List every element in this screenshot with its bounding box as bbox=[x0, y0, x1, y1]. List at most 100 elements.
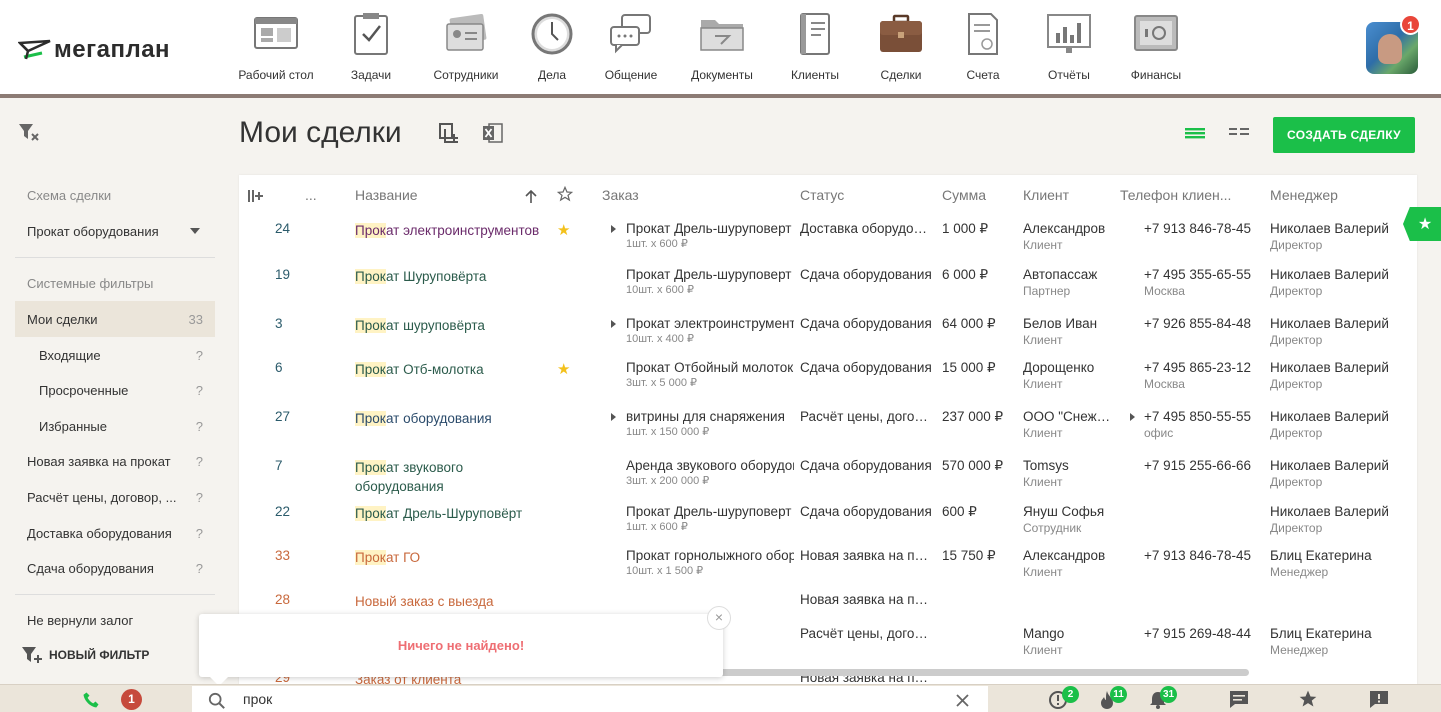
search-icon[interactable] bbox=[208, 692, 226, 710]
deal-name-link[interactable]: Прокат оборудования bbox=[355, 409, 545, 428]
expand-arrow-icon[interactable] bbox=[611, 320, 616, 328]
deal-id[interactable]: 33 bbox=[275, 548, 290, 563]
feedback-icon[interactable] bbox=[1369, 690, 1389, 709]
client-phone[interactable]: +7 926 855-84-48 bbox=[1144, 316, 1256, 333]
client-phone[interactable]: +7 913 846-78-45 bbox=[1144, 548, 1256, 565]
favorite-star-icon[interactable]: ★ bbox=[557, 360, 570, 378]
expand-arrow-icon[interactable] bbox=[611, 225, 616, 233]
deal-id[interactable]: 3 bbox=[275, 316, 283, 331]
client-phone[interactable]: +7 915 269-48-44 bbox=[1144, 626, 1256, 643]
column-more[interactable]: ... bbox=[305, 187, 317, 203]
filter-return[interactable]: Сдача оборудования? bbox=[15, 550, 215, 586]
filter-price-calc[interactable]: Расчёт цены, договор, ...? bbox=[15, 479, 215, 515]
search-input[interactable] bbox=[192, 686, 988, 712]
nav-item-tasks[interactable]: Задачи bbox=[326, 0, 416, 94]
nav-item-clock[interactable]: Дела bbox=[516, 0, 588, 94]
client-phone[interactable]: +7 913 846-78-45 bbox=[1144, 221, 1256, 238]
column-order[interactable]: Заказ bbox=[602, 187, 639, 203]
nav-item-invoice[interactable]: Счета bbox=[942, 0, 1024, 94]
column-phone[interactable]: Телефон клиен... bbox=[1120, 187, 1231, 203]
excel-export-icon[interactable] bbox=[482, 122, 504, 144]
close-icon[interactable]: × bbox=[707, 606, 731, 630]
deal-manager[interactable]: Блиц Екатерина Менеджер bbox=[1270, 626, 1410, 657]
favorite-column-icon[interactable] bbox=[557, 186, 573, 202]
deal-client[interactable]: Дорощенко Клиент bbox=[1023, 360, 1111, 391]
messages-icon[interactable] bbox=[1229, 690, 1249, 709]
nav-item-folder[interactable]: Документы bbox=[674, 0, 770, 94]
column-name[interactable]: Название bbox=[355, 187, 418, 203]
nav-item-safe[interactable]: Финансы bbox=[1114, 0, 1198, 94]
deal-client[interactable]: Белов Иван Клиент bbox=[1023, 316, 1111, 347]
nav-item-desktop[interactable]: Рабочий стол bbox=[226, 0, 326, 94]
sort-asc-icon[interactable] bbox=[525, 190, 537, 204]
filter-delivery[interactable]: Доставка оборудования? bbox=[15, 515, 215, 551]
deal-name-link[interactable]: Прокат электроинструментов bbox=[355, 221, 545, 240]
search-input-value[interactable]: прок bbox=[243, 691, 272, 707]
deal-name-link[interactable]: Прокат Отб-молотка bbox=[355, 360, 545, 379]
nav-item-briefcase[interactable]: Сделки bbox=[860, 0, 942, 94]
client-phone[interactable]: +7 495 355-65-55 Москва bbox=[1144, 267, 1256, 298]
nav-item-chat[interactable]: Общение bbox=[588, 0, 674, 94]
expand-arrow-icon[interactable] bbox=[1130, 413, 1135, 421]
deal-manager[interactable]: Николаев Валерий Директор bbox=[1270, 360, 1410, 391]
column-sum[interactable]: Сумма bbox=[942, 187, 986, 203]
deal-manager[interactable]: Николаев Валерий Директор bbox=[1270, 267, 1410, 298]
new-filter-button[interactable]: НОВЫЙ ФИЛЬТР bbox=[15, 637, 215, 673]
deal-name-link[interactable]: Прокат Дрель-Шуруповёрт bbox=[355, 504, 545, 523]
deal-id[interactable]: 28 bbox=[275, 592, 290, 607]
deal-manager[interactable]: Николаев Валерий Директор bbox=[1270, 504, 1410, 535]
clear-search-icon[interactable] bbox=[956, 694, 969, 707]
deal-name-link[interactable]: Прокат звукового оборудования bbox=[355, 458, 545, 496]
deal-id[interactable]: 19 bbox=[275, 267, 290, 282]
deal-manager[interactable]: Блиц Екатерина Менеджер bbox=[1270, 548, 1410, 579]
nav-item-employees[interactable]: Сотрудники bbox=[416, 0, 516, 94]
deal-manager[interactable]: Николаев Валерий Директор bbox=[1270, 409, 1410, 440]
deal-client[interactable]: Автопассаж Партнер bbox=[1023, 267, 1111, 298]
filter-overdue[interactable]: Просроченные? bbox=[15, 372, 215, 408]
deal-manager[interactable]: Николаев Валерий Директор bbox=[1270, 458, 1410, 489]
deal-name-link[interactable]: Прокат Шуруповёрта bbox=[355, 267, 545, 286]
deal-manager[interactable]: Николаев Валерий Директор bbox=[1270, 316, 1410, 347]
nav-item-contacts-book[interactable]: Клиенты bbox=[770, 0, 860, 94]
deal-client[interactable]: Tomsys Клиент bbox=[1023, 458, 1111, 489]
deal-client[interactable]: Януш Софья Сотрудник bbox=[1023, 504, 1111, 535]
expand-arrow-icon[interactable] bbox=[611, 413, 616, 421]
filter-my-deals[interactable]: Мои сделки 33 bbox=[15, 301, 215, 337]
column-client[interactable]: Клиент bbox=[1023, 187, 1069, 203]
filter-new-request[interactable]: Новая заявка на прокат? bbox=[15, 443, 215, 479]
filter-deposit-not-returned[interactable]: Не вернули залог bbox=[15, 602, 215, 638]
star-icon[interactable] bbox=[1298, 689, 1318, 709]
deal-client[interactable]: Александров Клиент bbox=[1023, 221, 1111, 252]
deal-name-link[interactable]: Прокат шуруповёрта bbox=[355, 316, 545, 335]
deal-id[interactable]: 6 bbox=[275, 360, 283, 375]
filter-incoming[interactable]: Входящие? bbox=[15, 337, 215, 373]
deal-scheme-select[interactable]: Прокат оборудования bbox=[15, 213, 215, 249]
deal-id[interactable]: 7 bbox=[275, 458, 283, 473]
client-phone[interactable]: +7 495 865-23-12 Москва bbox=[1144, 360, 1256, 391]
column-status[interactable]: Статус bbox=[800, 187, 844, 203]
deal-id[interactable]: 22 bbox=[275, 504, 290, 519]
favorite-star-icon[interactable]: ★ bbox=[557, 221, 570, 239]
filter-favorites[interactable]: Избранные? bbox=[15, 408, 215, 444]
column-settings-icon[interactable] bbox=[248, 189, 264, 203]
phone-icon[interactable] bbox=[82, 691, 100, 709]
favorites-tab-star-icon[interactable]: ★ bbox=[1403, 207, 1441, 241]
deal-id[interactable]: 24 bbox=[275, 221, 290, 236]
nav-item-report-chart[interactable]: Отчёты bbox=[1024, 0, 1114, 94]
deal-client[interactable]: Mango Клиент bbox=[1023, 626, 1111, 657]
clear-filter-icon[interactable] bbox=[18, 122, 40, 142]
column-manager[interactable]: Менеджер bbox=[1270, 187, 1338, 203]
copy-icon[interactable] bbox=[438, 122, 460, 144]
create-deal-button[interactable]: СОЗДАТЬ СДЕЛКУ bbox=[1273, 117, 1415, 153]
deal-name-link[interactable]: Новый заказ с выезда bbox=[355, 592, 545, 611]
list-view-icon[interactable] bbox=[1185, 125, 1205, 141]
client-phone[interactable]: +7 495 850-55-55 офис bbox=[1144, 409, 1256, 440]
megaplan-logo[interactable]: мегаплан bbox=[18, 36, 170, 64]
deal-client[interactable]: Александров Клиент bbox=[1023, 548, 1111, 579]
deal-name-link[interactable]: Прокат ГО bbox=[355, 548, 545, 567]
client-phone[interactable]: +7 915 255-66-66 bbox=[1144, 458, 1256, 475]
deal-manager[interactable]: Николаев Валерий Директор bbox=[1270, 221, 1410, 252]
deal-id[interactable]: 27 bbox=[275, 409, 290, 424]
deal-client[interactable]: ООО "Снежок" Клиент bbox=[1023, 409, 1111, 440]
compact-view-icon[interactable] bbox=[1229, 125, 1249, 141]
